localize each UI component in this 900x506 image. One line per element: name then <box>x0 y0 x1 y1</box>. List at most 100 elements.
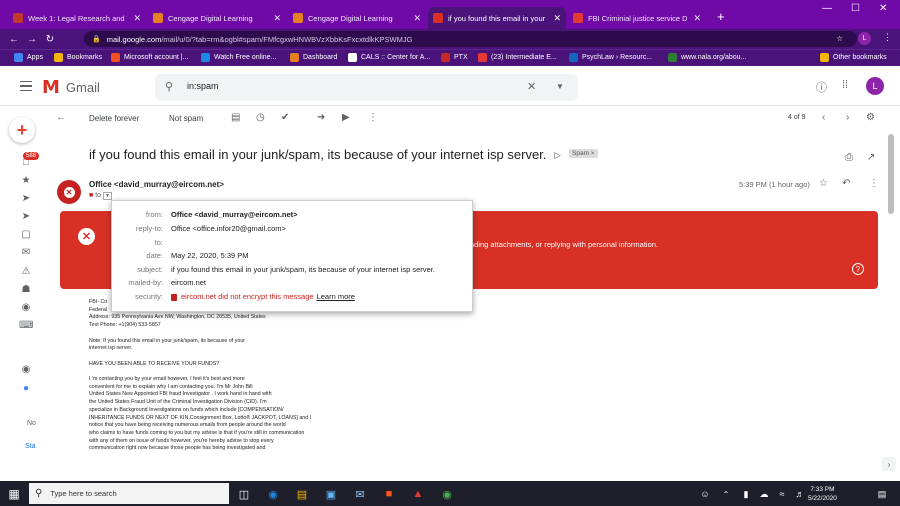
taskbar-search[interactable]: ⚲ Type here to search <box>29 483 229 504</box>
tab-close-icon[interactable]: ✕ <box>693 13 701 24</box>
bookmark-item[interactable]: PsychLaw › Resourc... <box>569 53 652 62</box>
important-icon[interactable]: ➤ <box>19 193 33 204</box>
profile-avatar[interactable]: L <box>858 32 871 45</box>
add-task-icon[interactable]: ✔ <box>281 112 289 123</box>
mail-app-icon[interactable]: ✉ <box>352 486 368 502</box>
system-clock[interactable]: 7:33 PM 5/22/2020 <box>808 485 837 503</box>
bookmark-item[interactable]: Microsoft account |... <box>111 53 188 62</box>
menu-dots-icon[interactable]: ⋮ <box>883 32 892 43</box>
show-details-icon[interactable]: ▼ <box>102 192 112 200</box>
newer-icon[interactable]: ‹ <box>822 112 825 123</box>
search-icon[interactable]: ⚲ <box>165 80 173 93</box>
more-icon[interactable]: ⋮ <box>368 112 378 123</box>
label-icon[interactable]: ▶ <box>342 112 350 123</box>
store-icon[interactable]: ▣ <box>323 486 339 502</box>
spam-icon[interactable]: ⚠ <box>19 266 33 277</box>
meet-icon[interactable]: ◉ <box>19 302 33 313</box>
browser-tab[interactable]: Week 1: Legal Research and Writ ✕ <box>8 7 146 29</box>
bookmark-star-icon[interactable]: ☆ <box>836 34 843 43</box>
edge-icon[interactable]: ◉ <box>265 486 281 502</box>
clear-search-icon[interactable]: ✕ <box>527 80 536 93</box>
apps-grid-icon[interactable]: ⁞⁞ <box>842 79 848 91</box>
bookmark-item[interactable]: www.nala.org/abou... <box>668 53 746 62</box>
compose-button[interactable]: + <box>9 117 35 143</box>
browser-tab[interactable]: FBI Criminial justice service Divisi ✕ <box>568 7 706 29</box>
file-explorer-icon[interactable]: ▤ <box>294 486 310 502</box>
browser-tab[interactable]: if you found this email in your ju ✕ <box>428 7 566 29</box>
bookmark-item[interactable]: (23) Intermediate E... <box>478 53 557 62</box>
back-icon[interactable]: ← <box>5 34 23 45</box>
drafts-icon[interactable]: ▢ <box>19 229 33 240</box>
hangouts-icon[interactable]: ◉ <box>19 364 33 375</box>
office-icon[interactable]: ■ <box>381 486 397 502</box>
account-avatar[interactable]: L <box>866 77 884 95</box>
hangouts-status-line2[interactable]: Sta <box>25 443 36 450</box>
trash-icon[interactable]: ☗ <box>19 284 33 295</box>
other-bookmarks[interactable]: Other bookmarks <box>820 53 887 62</box>
scrollbar[interactable] <box>887 130 895 470</box>
minimize-icon[interactable]: — <box>822 3 832 14</box>
all-mail-icon[interactable]: ✉ <box>19 247 33 258</box>
sent-icon[interactable]: ➤ <box>19 211 33 222</box>
search-box[interactable]: ⚲ ✕ ▼ <box>155 74 578 101</box>
tab-close-icon[interactable]: ✕ <box>273 13 281 24</box>
close-window-icon[interactable]: ✕ <box>879 3 887 14</box>
help-icon[interactable]: ⓘ <box>816 79 827 95</box>
learn-more-link[interactable]: Learn more <box>317 292 355 301</box>
snooze-icon[interactable]: ◷ <box>256 112 265 123</box>
starred-icon[interactable]: ★ <box>19 175 33 186</box>
tab-close-icon[interactable]: ✕ <box>553 13 561 24</box>
not-spam-button[interactable]: Not spam <box>169 114 203 123</box>
move-to-icon[interactable]: ➜ <box>317 112 325 123</box>
reload-icon[interactable]: ↻ <box>41 34 59 45</box>
settings-gear-icon[interactable]: ⚙ <box>866 112 875 123</box>
wifi-icon[interactable]: ≈ <box>774 486 790 502</box>
hangouts-user-icon[interactable]: ● <box>19 383 33 394</box>
main-menu-icon[interactable] <box>20 81 32 91</box>
tab-close-icon[interactable]: ✕ <box>133 13 141 24</box>
onedrive-icon[interactable]: ☁ <box>756 486 772 502</box>
bookmark-item[interactable]: CALS :: Center for A... <box>348 53 430 62</box>
bookmark-item[interactable]: PTX <box>441 53 468 62</box>
windows-start-icon[interactable]: ▦ <box>6 486 22 502</box>
browser-tab[interactable]: Cengage Digital Learning ✕ <box>148 7 286 29</box>
join-meeting-icon[interactable]: ⌨ <box>19 320 33 331</box>
task-view-icon[interactable]: ◫ <box>236 486 252 502</box>
sender-name[interactable]: Office <david_murray@eircom.net> <box>89 180 224 189</box>
spam-label[interactable]: Spam × <box>569 149 598 158</box>
help-circle-icon[interactable]: ? <box>852 263 864 275</box>
new-tab-button[interactable]: + <box>717 9 725 24</box>
address-bar[interactable]: 🔒 mail.google.com/mail/u/0/?tab=rm&ogbl#… <box>84 31 857 47</box>
recipient-toggle[interactable]: ■ to ▼ <box>89 192 112 200</box>
browser-tab[interactable]: Cengage Digital Learning ✕ <box>288 7 426 29</box>
forward-icon[interactable]: → <box>23 34 41 45</box>
print-icon[interactable]: ⎙ <box>845 152 853 163</box>
message-more-icon[interactable]: ⋮ <box>869 178 879 189</box>
people-icon[interactable]: ☺ <box>697 486 713 502</box>
maximize-icon[interactable]: ☐ <box>851 3 860 14</box>
reply-icon[interactable]: ↶ <box>842 178 850 189</box>
bookmark-item[interactable]: Apps <box>14 53 43 62</box>
mcafee-icon[interactable]: ▲ <box>410 486 426 502</box>
bookmark-item[interactable]: Bookmarks <box>54 53 102 62</box>
chrome-taskbar-icon[interactable]: ◉ <box>439 486 455 502</box>
older-icon[interactable]: › <box>846 112 849 123</box>
side-panel-toggle-icon[interactable]: › <box>882 457 896 471</box>
tab-close-icon[interactable]: ✕ <box>413 13 421 24</box>
search-input[interactable] <box>187 81 487 91</box>
important-marker-icon[interactable]: ▷ <box>554 150 561 161</box>
open-new-window-icon[interactable]: ↗ <box>867 152 875 163</box>
notifications-icon[interactable]: ▤ <box>874 486 890 502</box>
star-icon[interactable]: ☆ <box>819 178 828 189</box>
delete-forever-button[interactable]: Delete forever <box>89 114 139 123</box>
back-to-spam-icon[interactable]: ← <box>56 112 66 123</box>
network-icon[interactable]: ▮ <box>738 486 754 502</box>
bookmark-item[interactable]: Dashboard <box>290 53 337 62</box>
scrollbar-thumb[interactable] <box>888 134 894 214</box>
search-options-icon[interactable]: ▼ <box>556 82 564 91</box>
archive-icon[interactable]: ▤ <box>231 112 240 123</box>
tray-chevron-icon[interactable]: ⌃ <box>718 486 734 502</box>
bookmark-item[interactable]: Watch Free online... <box>201 53 276 62</box>
gmail-logo[interactable]: M Gmail <box>42 77 100 98</box>
volume-icon[interactable]: ♬ <box>792 486 808 502</box>
